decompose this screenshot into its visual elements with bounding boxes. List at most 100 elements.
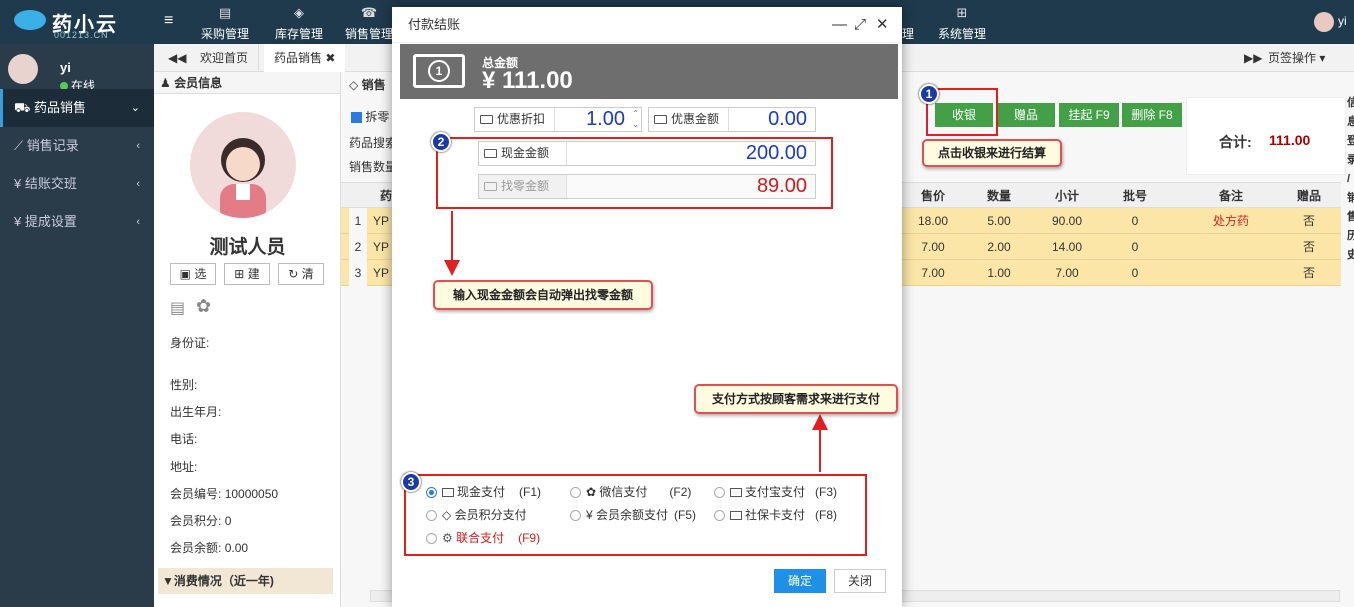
step-badge-2: 2 [431, 132, 451, 152]
hold-button[interactable]: 挂起 F9 [1059, 103, 1119, 127]
confirm-button[interactable]: 确定 [774, 569, 826, 593]
button-label: 建 [247, 267, 260, 281]
line-chart-icon: ⟋ [14, 138, 27, 153]
nav-label: 库存管理 [274, 27, 323, 41]
sidebar: yi 在线 ⛟ 药品销售 ⌄ ⟋ 销售记录 ‹ ¥ 结账交班 ‹ ¥ 提成设置 ‹ [0, 44, 154, 607]
nav-sales[interactable]: ☎ 销售管理 [344, 0, 394, 44]
callout-checkout: 点击收银来进行结算 [922, 139, 1062, 167]
row-gift: 否 [1302, 214, 1315, 228]
sales-header: ◇ 销售 [349, 76, 386, 93]
total-box: 合计: 111.00 [1186, 97, 1346, 175]
side-char: 登 [1347, 135, 1354, 147]
tab-sales[interactable]: 药品销售 ✖ [264, 44, 346, 72]
field-label: 会员编号: [170, 487, 222, 501]
chevron-left-icon: ‹ [136, 178, 140, 190]
spinner-icon[interactable]: ⌃ ⌄ [632, 108, 639, 130]
maximize-icon[interactable]: ⤢ [854, 7, 866, 43]
checkbox-checked-icon [351, 112, 362, 124]
button-label: 删除 F8 [1131, 108, 1173, 122]
field-label: 性别: [170, 378, 198, 392]
minimize-icon[interactable]: — [832, 7, 847, 43]
close-icon[interactable]: ✕ [876, 7, 889, 43]
field-label-text: 优惠折扣 [497, 112, 546, 126]
button-label: 赠品 [1013, 108, 1038, 122]
nav-inventory[interactable]: ◈ 库存管理 [270, 0, 328, 44]
total-label: 合计: [1219, 134, 1252, 150]
discount-rate-field[interactable]: 优惠折扣 1.00 ⌃ ⌄ [474, 107, 642, 132]
sidebar-item-shift[interactable]: ¥ 结账交班 ‹ [0, 165, 154, 203]
sidebar-item-drug-sales[interactable]: ⛟ 药品销售 ⌄ [0, 89, 154, 127]
row-note [1191, 234, 1271, 260]
row-batch: 0 [1131, 266, 1139, 280]
callout-cash: 输入现金金额会自动弹出找零金额 [433, 280, 653, 310]
button-label: 清 [301, 267, 314, 281]
row-note: 处方药 [1212, 214, 1249, 228]
field-label: 电话: [170, 432, 198, 446]
tab-label: 药品销售 [274, 51, 323, 65]
close-button[interactable]: 关闭 [834, 569, 886, 593]
sidebar-item-sales-records[interactable]: ⟋ 销售记录 ‹ [0, 127, 154, 165]
field-label: 优惠金额 [649, 108, 729, 131]
chevron-left-icon: ‹ [136, 216, 140, 228]
member-field-id: 身份证: [170, 334, 209, 351]
row-batch: 0 [1131, 240, 1139, 254]
create-member-button[interactable]: ⊞ 建 [224, 263, 270, 285]
top-user[interactable]: yi [1314, 12, 1347, 32]
row-subtotal: 7.00 [1055, 266, 1079, 280]
top-user-name: yi [1338, 14, 1347, 29]
row-price: 18.00 [917, 214, 949, 228]
money-bill-icon: 1 [413, 54, 465, 88]
member-field-birth: 出生年月: [170, 403, 221, 420]
logo-cloud-icon [14, 10, 46, 30]
member-field-address: 地址: [170, 458, 197, 475]
side-char: 息 [1347, 116, 1354, 128]
side-char: / [1347, 173, 1351, 185]
nav-purchase[interactable]: ▤ 采购管理 [196, 0, 254, 44]
button-label: 选 [194, 267, 207, 281]
close-icon[interactable]: ✖ [325, 51, 335, 65]
nav-system[interactable]: ⊞ 系统管理 [934, 0, 990, 44]
sidebar-item-label: 提成设置 [24, 214, 77, 229]
row-subtotal: 14.00 [1051, 240, 1083, 254]
tab-home[interactable]: 欢迎首页 [190, 44, 260, 72]
select-member-button[interactable]: ▣ 选 [170, 263, 216, 285]
nav-partial[interactable]: 理 [900, 0, 916, 44]
gift-button[interactable]: 赠品 [997, 103, 1055, 127]
column-header: 数量 [986, 189, 1011, 203]
sidebar-item-commission[interactable]: ¥ 提成设置 ‹ [0, 203, 154, 241]
row-gift: 否 [1302, 240, 1315, 254]
row-no: 1 [349, 208, 367, 234]
discount-amount-field[interactable]: 优惠金额 0.00 [648, 107, 816, 132]
column-header: 备注 [1218, 189, 1243, 203]
sidebar-item-label: 销售记录 [26, 138, 79, 153]
clear-member-button[interactable]: ↻ 清 [278, 263, 324, 285]
total-amount-bar: 1 总金额 ¥ 111.00 [400, 44, 898, 99]
chart-icon [900, 5, 916, 25]
wechat-icon[interactable]: ✿ [196, 296, 211, 317]
page-ops-dropdown[interactable]: 页签操作 ▾ [1258, 44, 1335, 72]
column-header: 批号 [1122, 189, 1147, 203]
discount-amount-value[interactable]: 0.00 [768, 108, 807, 131]
cash-icon [654, 115, 667, 124]
field-label: 优惠折扣 [475, 108, 555, 131]
field-value: 10000050 [224, 487, 279, 501]
field-label: 身份证: [170, 336, 210, 350]
field-label: 会员积分: [170, 514, 222, 528]
sidebar-user-name: yi [60, 60, 71, 75]
sidebar-item-label: 药品销售 [33, 100, 86, 115]
id-card-icon[interactable]: ▤ [170, 298, 185, 318]
nav-label: 采购管理 [200, 27, 249, 41]
consume-section-toggle[interactable]: ▼消费情况（近一年) [158, 568, 333, 594]
user-icon: ♟ [160, 76, 175, 90]
page-ops-label: 页签操作 [1268, 51, 1317, 65]
menu-toggle-icon[interactable]: ≡ [164, 12, 173, 30]
discount-rate-value[interactable]: 1.00 [586, 108, 625, 131]
yen-icon: ¥ [14, 176, 25, 191]
cart-icon: ⛟ [14, 100, 34, 115]
member-field-number: 会员编号: 10000050 [170, 485, 278, 502]
side-char: 销 [1347, 192, 1354, 204]
qty-label: 销售数量 [349, 160, 398, 174]
delete-button[interactable]: 删除 F8 [1122, 103, 1182, 127]
split-checkbox[interactable]: 拆零 [351, 108, 389, 125]
row-gift: 否 [1302, 266, 1315, 280]
